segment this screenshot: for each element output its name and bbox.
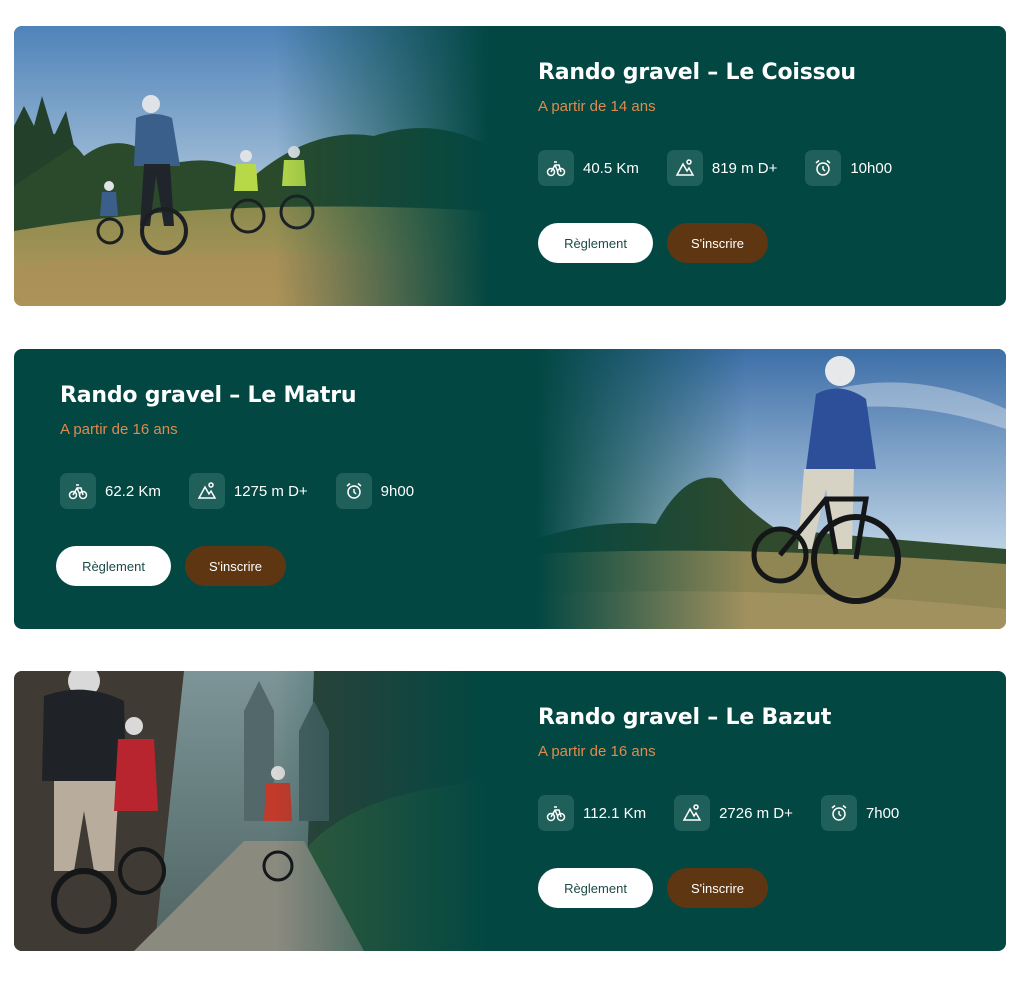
event-card-matru: Rando gravel – Le Matru A partir de 16 a… <box>14 349 1006 629</box>
event-title: Rando gravel – Le Coissou <box>538 60 856 85</box>
mountain-icon <box>666 150 703 186</box>
elevation-value: 819 m D+ <box>711 159 778 177</box>
event-info: Rando gravel – Le Bazut A partir de 16 a… <box>538 671 978 951</box>
duration-stat: 10h00 <box>805 150 892 186</box>
duration-stat: 9h00 <box>335 473 415 509</box>
event-title: Rando gravel – Le Matru <box>60 383 357 408</box>
distance-value: 112.1 Km <box>583 804 647 822</box>
distance-stat: 40.5 Km <box>538 150 639 186</box>
rules-button[interactable]: Règlement <box>538 223 653 263</box>
bike-icon <box>60 473 96 509</box>
rules-button[interactable]: Règlement <box>56 546 171 586</box>
event-stats: 112.1 Km 2726 m D+ 7h00 <box>538 795 927 831</box>
age-requirement: A partir de 14 ans <box>538 98 656 115</box>
bike-icon <box>538 795 574 831</box>
elevation-stat: 819 m D+ <box>666 150 778 186</box>
signup-button[interactable]: S'inscrire <box>667 868 768 908</box>
event-photo <box>14 26 489 306</box>
alarm-clock-icon <box>820 795 857 831</box>
alarm-clock-icon <box>805 150 842 186</box>
mountain-icon <box>188 473 225 509</box>
elevation-stat: 1275 m D+ <box>188 473 308 509</box>
elevation-stat: 2726 m D+ <box>674 795 793 831</box>
event-card-bazut: Rando gravel – Le Bazut A partir de 16 a… <box>14 671 1006 951</box>
distance-stat: 112.1 Km <box>538 795 646 831</box>
event-photo <box>14 671 489 951</box>
event-info: Rando gravel – Le Matru A partir de 16 a… <box>56 349 528 629</box>
event-title: Rando gravel – Le Bazut <box>538 705 832 730</box>
duration-value: 9h00 <box>380 482 415 500</box>
duration-value: 10h00 <box>850 159 893 177</box>
duration-stat: 7h00 <box>820 795 900 831</box>
rules-button[interactable]: Règlement <box>538 868 653 908</box>
distance-value: 40.5 Km <box>583 159 639 177</box>
signup-button[interactable]: S'inscrire <box>185 546 286 586</box>
event-actions: Règlement S'inscrire <box>538 223 768 263</box>
signup-button[interactable]: S'inscrire <box>667 223 768 263</box>
event-actions: Règlement S'inscrire <box>56 546 286 586</box>
duration-value: 7h00 <box>865 804 900 822</box>
event-card-coissou: Rando gravel – Le Coissou A partir de 14… <box>14 26 1006 306</box>
distance-value: 62.2 Km <box>105 482 161 500</box>
age-requirement: A partir de 16 ans <box>538 743 656 760</box>
event-photo <box>536 349 1006 629</box>
event-info: Rando gravel – Le Coissou A partir de 14… <box>538 26 978 306</box>
distance-stat: 62.2 Km <box>60 473 161 509</box>
mountain-icon <box>674 795 711 831</box>
bike-icon <box>538 150 574 186</box>
elevation-value: 1275 m D+ <box>233 482 308 500</box>
event-actions: Règlement S'inscrire <box>538 868 768 908</box>
event-stats: 40.5 Km 819 m D+ 10h00 <box>538 150 920 186</box>
age-requirement: A partir de 16 ans <box>60 421 178 438</box>
elevation-value: 2726 m D+ <box>719 804 793 822</box>
alarm-clock-icon <box>335 473 372 509</box>
event-stats: 62.2 Km 1275 m D+ 9h00 <box>60 473 442 509</box>
